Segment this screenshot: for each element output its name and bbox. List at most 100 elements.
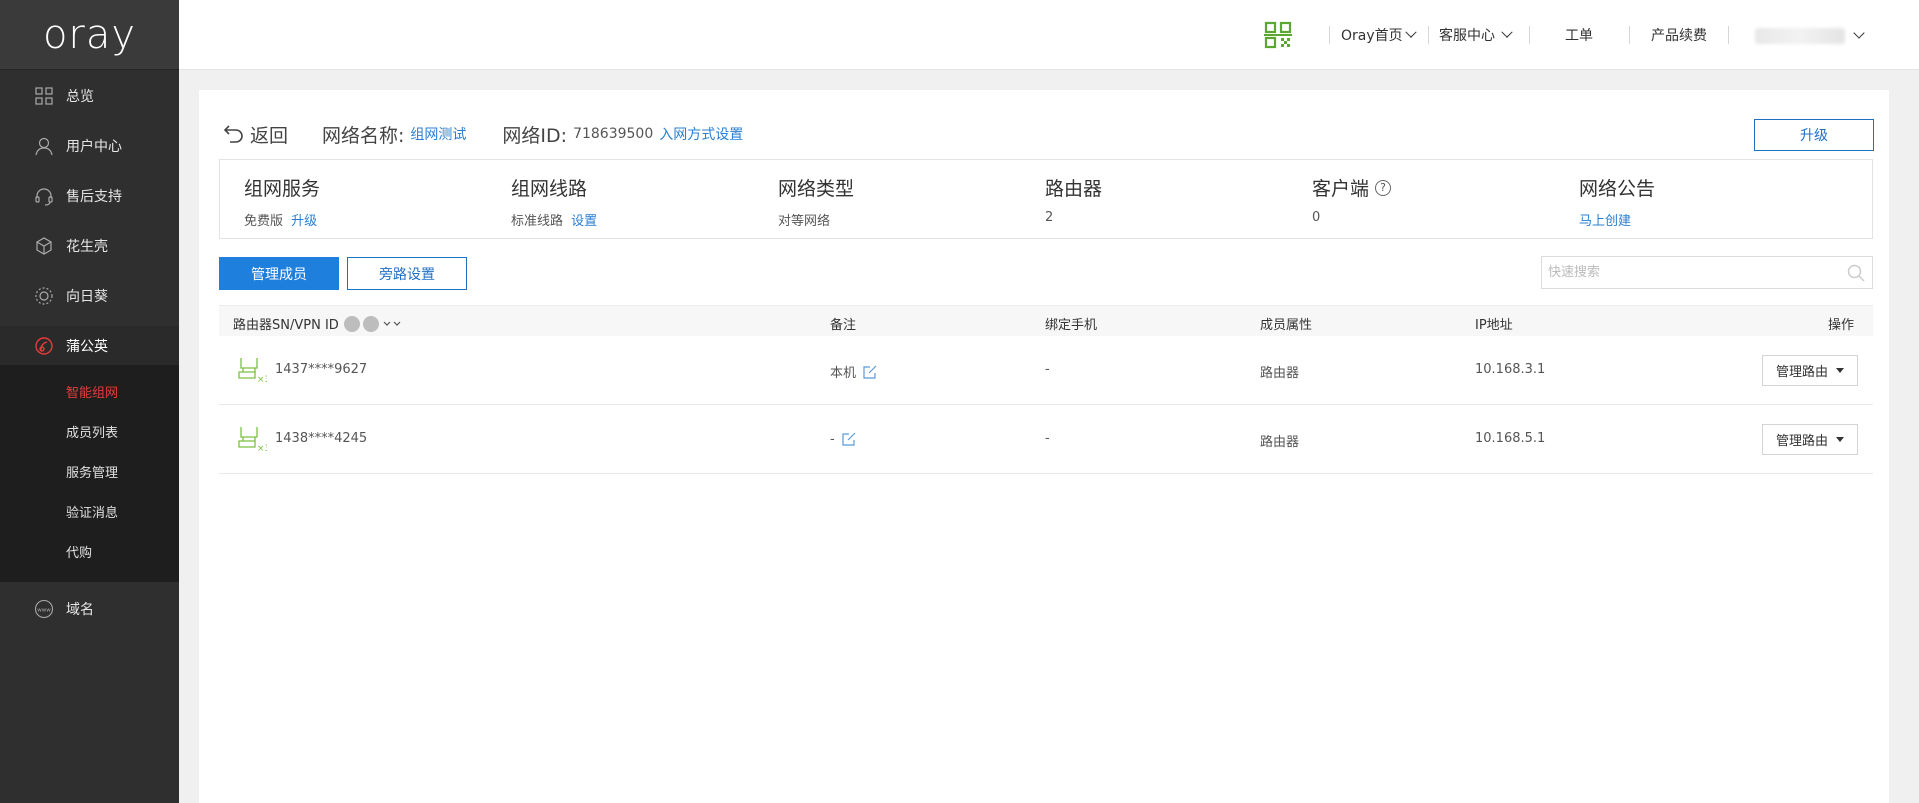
- edit-icon[interactable]: [862, 364, 878, 380]
- divider: [1428, 26, 1429, 44]
- sidebar-subitem-verify-messages[interactable]: 验证消息: [66, 501, 118, 521]
- caret-down-icon: [1836, 368, 1844, 373]
- row-ip: 10.168.5.1: [1475, 431, 1546, 446]
- col-sn: 路由器SN/VPN ID: [233, 314, 401, 333]
- row-note: 本机: [830, 362, 878, 381]
- sidebar-submenu: 智能组网 成员列表 服务管理 验证消息 代购: [0, 365, 179, 582]
- row-sn: 1437****9627: [275, 362, 368, 377]
- svg-text:×3: ×3: [257, 375, 267, 384]
- info-routers: 路由器 2: [1045, 174, 1102, 225]
- info-title: 组网服务: [244, 178, 321, 200]
- table-row: ×3 1438****4245 - - 路由器 10.168.5.1 管理路由: [219, 405, 1873, 474]
- info-network-service: 组网服务 免费版 升级: [244, 174, 320, 229]
- back-label: 返回: [250, 124, 289, 147]
- manage-router-button[interactable]: 管理路由: [1762, 424, 1858, 455]
- manage-router-label: 管理路由: [1775, 365, 1828, 380]
- network-name-link[interactable]: 组网测试: [410, 124, 466, 144]
- info-value: 标准线路: [511, 214, 564, 229]
- chevron-down-icon: [1501, 26, 1513, 38]
- headset-icon: [34, 186, 54, 206]
- sidebar-item-domain[interactable]: www 域名: [0, 589, 179, 629]
- edit-icon[interactable]: [841, 431, 857, 447]
- sidebar-item-user-center[interactable]: 用户中心: [0, 126, 179, 166]
- sidebar-item-pugongying[interactable]: 蒲公英: [0, 326, 179, 366]
- divider: [1329, 26, 1330, 44]
- info-value: 免费版: [244, 214, 284, 229]
- back-button[interactable]: 返回: [222, 121, 288, 148]
- search-icon[interactable]: [1846, 263, 1866, 283]
- upgrade-button[interactable]: 升级: [1754, 119, 1874, 151]
- divider: [1629, 26, 1630, 44]
- info-announcement: 网络公告 马上创建: [1579, 174, 1655, 229]
- info-title: 组网线路: [511, 178, 588, 200]
- svg-text:×3: ×3: [257, 444, 267, 453]
- router-icon: ×3: [238, 427, 267, 453]
- network-id-value: 718639500: [573, 126, 654, 142]
- sidebar-subitem-smart-network[interactable]: 智能组网: [66, 381, 118, 401]
- row-attr: 路由器: [1260, 366, 1300, 381]
- nav-product-renewal[interactable]: 产品续费: [1651, 25, 1707, 45]
- row-attr: 路由器: [1260, 435, 1300, 450]
- help-icon[interactable]: ?: [1375, 179, 1392, 196]
- sidebar-subitem-member-list[interactable]: 成员列表: [66, 421, 118, 441]
- sidebar-item-label: 域名: [66, 602, 94, 618]
- nav-work-order[interactable]: 工单: [1565, 25, 1593, 45]
- network-name-label: 网络名称:: [322, 124, 405, 147]
- manage-router-button[interactable]: 管理路由: [1762, 355, 1858, 386]
- network-info-box: 组网服务 免费版 升级 组网线路 标准线路 设置 网络类型 对等网络 路由器 2…: [219, 159, 1873, 239]
- sidebar-item-label: 蒲公英: [66, 339, 108, 355]
- col-phone: 绑定手机: [1045, 318, 1098, 333]
- tab-manage-members[interactable]: 管理成员: [219, 257, 339, 290]
- row-phone: -: [1045, 431, 1050, 446]
- nav-service-center-label: 客服中心: [1439, 28, 1495, 44]
- sidebar-item-label: 总览: [66, 89, 94, 105]
- chevron-down-icon[interactable]: [1853, 27, 1865, 39]
- oray-logo[interactable]: oray: [0, 0, 179, 70]
- user-icon: [34, 136, 54, 156]
- row-note: -: [830, 431, 857, 447]
- dandelion-icon: [34, 336, 54, 356]
- sidebar-item-overview[interactable]: 总览: [0, 76, 179, 116]
- sidebar-item-sunflower[interactable]: 向日葵: [0, 276, 179, 316]
- line-settings-link[interactable]: 设置: [571, 214, 597, 229]
- members-table: 路由器SN/VPN ID 备注 绑定手机 成员属性 IP地址 操作 ×3 143…: [219, 305, 1873, 474]
- main-panel: 返回 网络名称: 组网测试 网络ID: 718639500 入网方式设置 升级 …: [199, 90, 1889, 803]
- sidebar-item-label: 花生壳: [66, 239, 108, 255]
- col-note: 备注: [830, 318, 857, 333]
- info-title: 路由器: [1045, 178, 1103, 200]
- row-note-text: -: [830, 431, 835, 447]
- nav-oray-home[interactable]: Oray首页: [1341, 25, 1417, 45]
- sidebar-item-huashengke[interactable]: 花生壳: [0, 226, 179, 266]
- info-title: 网络类型: [778, 178, 855, 200]
- back-arrow-icon: [223, 125, 243, 143]
- sidebar-item-label: 向日葵: [66, 289, 108, 305]
- col-attr: 成员属性: [1260, 318, 1313, 333]
- user-account-blurred[interactable]: [1755, 28, 1845, 44]
- filter-router-icon[interactable]: [343, 315, 360, 332]
- service-upgrade-link[interactable]: 升级: [291, 214, 317, 229]
- create-announcement-link[interactable]: 马上创建: [1579, 214, 1631, 229]
- peanut-icon: [34, 236, 54, 256]
- sidebar-item-support[interactable]: 售后支持: [0, 176, 179, 216]
- qr-code-icon[interactable]: [1264, 21, 1292, 49]
- tab-bypass-settings[interactable]: 旁路设置: [347, 257, 467, 290]
- manage-router-label: 管理路由: [1775, 434, 1828, 449]
- caret-down-icon: [1836, 437, 1844, 442]
- divider: [1728, 26, 1729, 44]
- network-id-label: 网络ID:: [502, 124, 568, 147]
- logo-text: oray: [42, 11, 137, 58]
- col-sn-label: 路由器SN/VPN ID: [233, 318, 339, 333]
- nav-service-center[interactable]: 客服中心: [1439, 25, 1513, 45]
- filter-user-icon[interactable]: [362, 315, 379, 332]
- link-icon[interactable]: [383, 318, 401, 330]
- search-input[interactable]: [1542, 257, 1846, 288]
- sidebar: oray 总览 用户中心 售后支持 花生壳 向日葵 蒲公英 智能组网 成员列表 …: [0, 0, 179, 803]
- sidebar-subitem-purchase[interactable]: 代购: [66, 541, 92, 561]
- sidebar-subitem-service-manage[interactable]: 服务管理: [66, 461, 118, 481]
- col-ip: IP地址: [1475, 318, 1513, 333]
- sidebar-item-label: 售后支持: [66, 189, 122, 205]
- join-settings-link[interactable]: 入网方式设置: [659, 124, 743, 144]
- info-value: 2: [1045, 210, 1054, 225]
- row-phone: -: [1045, 362, 1050, 377]
- info-value: 0: [1312, 210, 1321, 225]
